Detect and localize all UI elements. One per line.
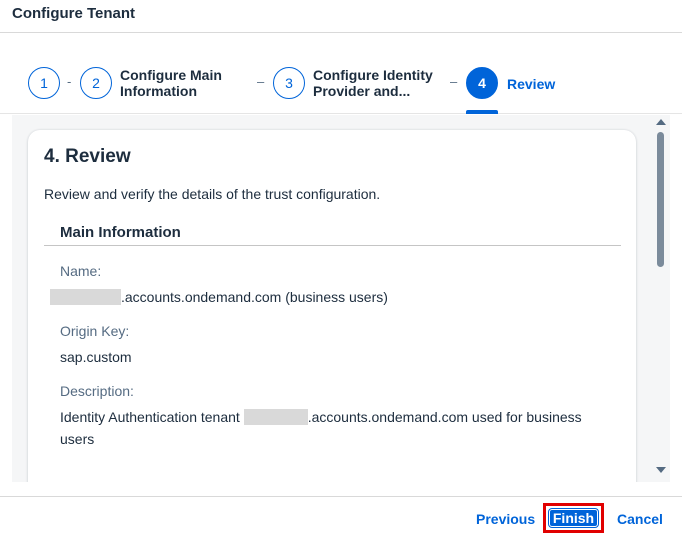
- description-suffix: .accounts.ondemand.com used for business: [307, 409, 582, 425]
- step-2-label-line2: Information: [120, 83, 197, 99]
- vertical-scrollbar[interactable]: [652, 115, 670, 482]
- description-prefix: Identity Authentication tenant: [60, 409, 244, 425]
- review-description: Review and verify the details of the tru…: [44, 186, 381, 202]
- redacted-text: [50, 289, 121, 305]
- finish-button[interactable]: Finish: [548, 508, 599, 528]
- description-value: Identity Authentication tenant .accounts…: [60, 406, 600, 450]
- wizard-step-2-label[interactable]: Configure Main Information: [120, 67, 222, 99]
- scroll-up-arrow-icon[interactable]: [656, 119, 666, 125]
- wizard-step-1[interactable]: 1: [28, 67, 60, 99]
- active-step-indicator: [466, 110, 498, 114]
- scrollbar-thumb[interactable]: [657, 132, 664, 267]
- review-card: 4. Review Review and verify the details …: [28, 130, 636, 482]
- section-divider: [44, 245, 621, 246]
- wizard-content: 4. Review Review and verify the details …: [12, 115, 670, 482]
- step-separator: -: [67, 74, 72, 89]
- step-separator: –: [257, 74, 265, 89]
- wizard-step-3[interactable]: 3: [273, 67, 305, 99]
- dialog-title: Configure Tenant: [12, 5, 136, 22]
- wizard-step-4-label[interactable]: Review: [507, 76, 555, 92]
- previous-button[interactable]: Previous: [476, 511, 535, 527]
- name-value-text: .accounts.ondemand.com (business users): [121, 289, 388, 305]
- step-separator: –: [450, 74, 458, 89]
- redacted-text: [243, 409, 308, 425]
- name-label: Name:: [60, 263, 102, 279]
- wizard-progress-bar: 1 - 2 Configure Main Information – 3 Con…: [0, 34, 682, 114]
- origin-key-value: sap.custom: [60, 349, 132, 365]
- review-title: 4. Review: [44, 146, 131, 167]
- step-3-label-line2: Provider and...: [313, 83, 411, 99]
- name-value: .accounts.ondemand.com (business users): [50, 286, 590, 308]
- wizard-step-4[interactable]: 4: [466, 67, 498, 99]
- step-3-label-line1: Configure Identity: [313, 67, 433, 83]
- origin-key-label: Origin Key:: [60, 323, 130, 339]
- dialog-footer: Previous Finish Cancel: [0, 496, 682, 536]
- description-line2: users: [60, 431, 95, 447]
- wizard-step-3-label[interactable]: Configure Identity Provider and...: [313, 67, 433, 99]
- description-label: Description:: [60, 383, 134, 399]
- step-2-label-line1: Configure Main: [120, 67, 222, 83]
- cancel-button[interactable]: Cancel: [617, 511, 663, 527]
- finish-highlight: Finish: [543, 503, 604, 533]
- scroll-down-arrow-icon[interactable]: [656, 467, 666, 473]
- dialog-header: Configure Tenant: [0, 0, 682, 33]
- section-title: Main Information: [60, 224, 181, 241]
- wizard-step-2[interactable]: 2: [80, 67, 112, 99]
